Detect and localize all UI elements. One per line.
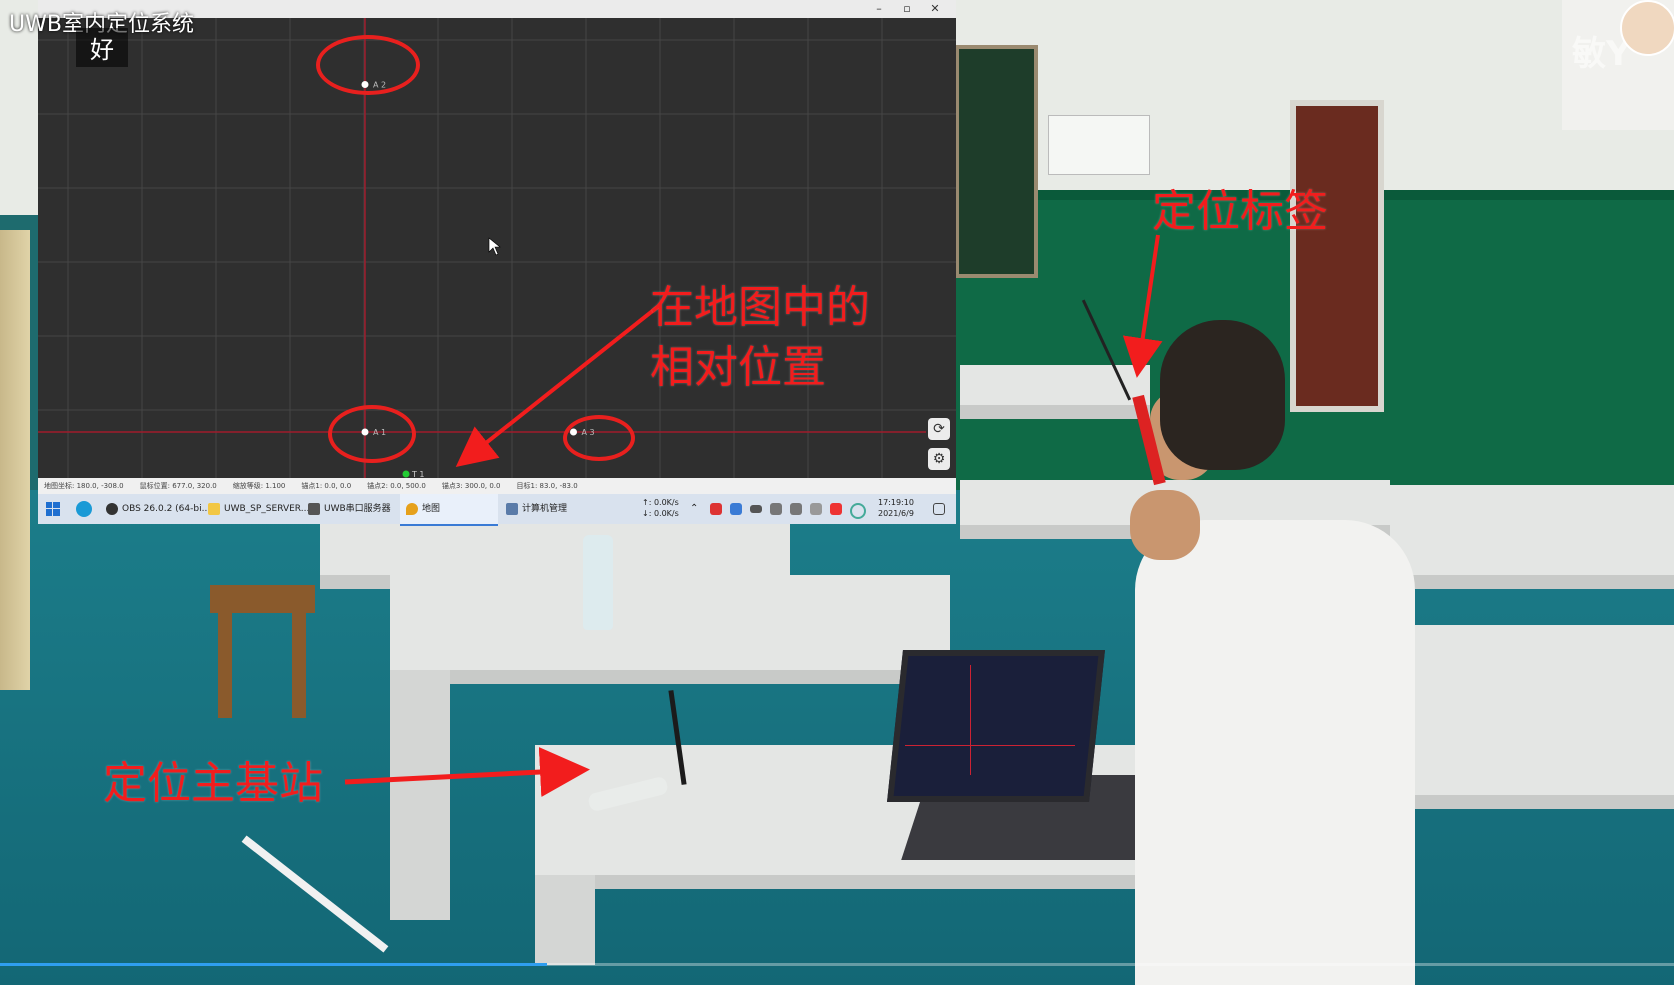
video-progress-fill[interactable]	[0, 963, 548, 966]
relative-position-arrow	[455, 303, 662, 467]
annotation-arrows	[344, 234, 1163, 798]
relative-position-annotation-line2: 相对位置	[650, 342, 826, 393]
tag-arrow	[1122, 234, 1163, 378]
relative-position-annotation-line1: 在地图中的	[650, 282, 870, 333]
base-station-annotation: 定位主基站	[103, 758, 323, 809]
base-station-arrow	[344, 747, 590, 798]
tag-annotation: 定位标签	[1152, 186, 1328, 237]
